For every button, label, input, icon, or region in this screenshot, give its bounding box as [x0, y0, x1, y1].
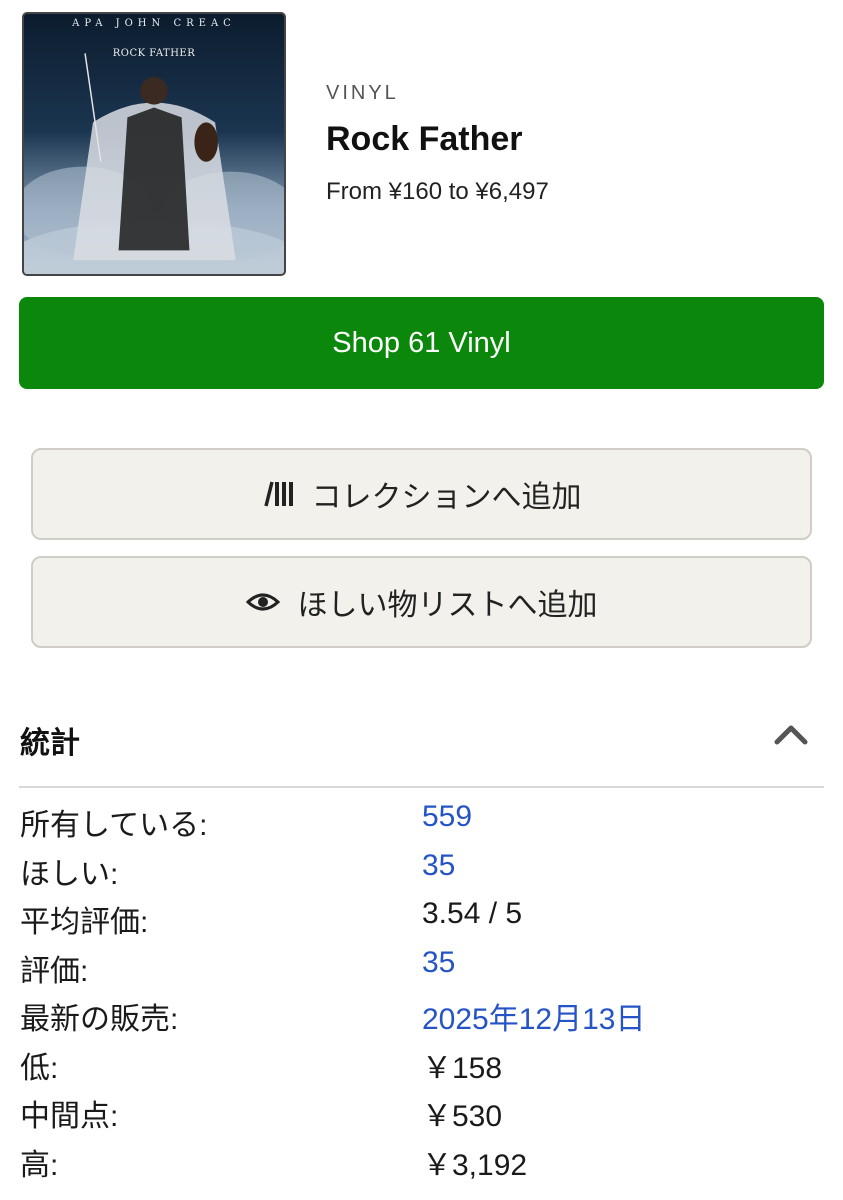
- cover-artist-text: APA JOHN CREAC: [72, 18, 236, 29]
- stat-label: 高:: [20, 1148, 59, 1182]
- release-title[interactable]: Rock Father: [326, 120, 523, 159]
- add-to-wantlist-label: ほしい物リストへ追加: [297, 589, 598, 622]
- stat-row-ratings: 評価: 35: [19, 942, 824, 991]
- stat-row-want: ほしい: 35: [19, 845, 824, 894]
- stat-value-link[interactable]: 559: [422, 800, 472, 834]
- stats-title: 統計: [20, 727, 80, 760]
- format-label: VINYL: [326, 82, 399, 104]
- price-range: From ¥160 to ¥6,497: [326, 178, 549, 205]
- stat-value-link[interactable]: 35: [422, 849, 455, 883]
- stat-label: 最新の販売:: [20, 1003, 179, 1036]
- stat-label: 所有している:: [20, 809, 208, 842]
- stat-label: 中間点:: [20, 1100, 119, 1133]
- stat-value: ￥3,192: [422, 1148, 528, 1182]
- stat-value: 3.54 / 5: [422, 897, 523, 930]
- add-to-wantlist-button[interactable]: ほしい物リストへ追加: [31, 556, 812, 648]
- eye-icon: [245, 590, 280, 614]
- stats-section-header[interactable]: 統計: [19, 700, 824, 788]
- stat-label: 平均評価:: [20, 906, 149, 939]
- shop-vinyl-button[interactable]: Shop 61 Vinyl: [19, 297, 824, 389]
- product-header: APA JOHN CREAC ROCK FATHER VINYL Rock Fa…: [0, 0, 843, 290]
- album-cover-image[interactable]: APA JOHN CREAC ROCK FATHER: [22, 12, 286, 276]
- stat-row-last-sold: 最新の販売: 2025年12月13日: [19, 990, 824, 1039]
- stat-row-low: 低: ￥158: [19, 1039, 824, 1088]
- add-to-collection-label: コレクションへ追加: [311, 481, 582, 514]
- stat-row-have: 所有している: 559: [19, 796, 824, 845]
- stat-value-link[interactable]: 35: [422, 946, 455, 980]
- stat-label: ほしい:: [20, 857, 119, 891]
- stat-value: ￥530: [422, 1100, 503, 1133]
- stat-row-median: 中間点: ￥530: [19, 1087, 824, 1136]
- stat-value: ￥158: [422, 1051, 503, 1085]
- stat-value-link[interactable]: 2025年12月13日: [422, 994, 645, 1038]
- cover-album-text: ROCK FATHER: [112, 48, 196, 59]
- add-to-collection-button[interactable]: コレクションへ追加: [31, 448, 812, 540]
- stat-row-avg-rating: 平均評価: 3.54 / 5: [19, 893, 824, 942]
- collection-icon: [262, 480, 294, 508]
- stat-label: 評価:: [20, 954, 89, 988]
- stat-row-high: 高: ￥3,192: [19, 1136, 824, 1185]
- stats-table: 所有している: 559 ほしい: 35 平均評価: 3.54 / 5 評価: 3…: [19, 796, 824, 1184]
- stat-label: 低:: [20, 1051, 59, 1085]
- chevron-up-icon[interactable]: [774, 722, 808, 746]
